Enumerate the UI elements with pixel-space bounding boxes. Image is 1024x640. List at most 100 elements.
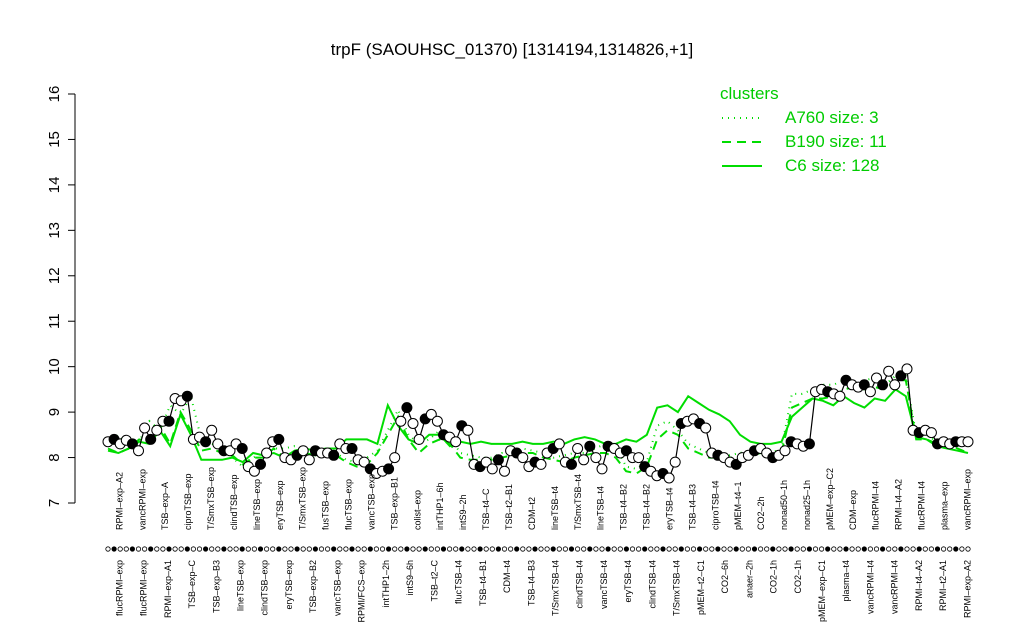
condition-marker: [392, 546, 398, 552]
condition-marker: [270, 546, 276, 552]
condition-marker: [825, 546, 831, 552]
condition-marker: [184, 546, 190, 552]
condition-marker: [910, 546, 916, 552]
data-point: [163, 415, 175, 427]
condition-marker: [696, 546, 703, 552]
legend-label: B190 size: 11: [785, 132, 887, 151]
condition-marker: [806, 546, 813, 552]
condition-marker: [312, 546, 318, 552]
condition-marker: [879, 546, 886, 552]
condition-marker: [648, 546, 654, 552]
condition-label-bottom: pMEM–exp–C1: [817, 560, 827, 622]
condition-label-bottom: T/SmxTSB–t4: [672, 560, 682, 616]
condition-marker: [489, 546, 495, 552]
data-point: [462, 424, 474, 436]
condition-label-top: lineTSB–t4: [596, 486, 606, 530]
data-point: [236, 443, 248, 454]
condition-label-top: TSB–exp–B1: [389, 477, 399, 530]
condition-marker: [385, 546, 392, 552]
condition-marker: [550, 546, 556, 552]
data-point: [151, 424, 163, 436]
condition-label-bottom: RPMI/FCS–exp: [357, 560, 367, 623]
bottom-condition-labels: flucRPMI–exp flucRPMI–exp RPMI–exp–A1 TSB–e…: [114, 560, 972, 623]
condition-marker: [947, 546, 953, 552]
condition-marker: [142, 546, 148, 552]
condition-label-bottom: CO2–1h: [769, 560, 779, 594]
data-point: [535, 458, 547, 470]
condition-label-top: ciproTSB–t4: [710, 480, 720, 530]
condition-marker: [886, 546, 892, 552]
condition-label-top: CDM–t2: [527, 497, 537, 530]
condition-label-top: lineTSB–t4: [550, 486, 560, 530]
condition-marker: [788, 546, 794, 552]
condition-marker: [629, 546, 636, 552]
condition-marker: [453, 546, 459, 552]
condition-label-bottom: pMEM–t2–C1: [696, 560, 706, 615]
condition-marker: [471, 546, 477, 552]
condition-label-bottom: vancRPMI–t4: [865, 560, 875, 614]
data-point: [181, 390, 193, 402]
condition-label-bottom: eryTSB–t4: [623, 560, 633, 603]
condition-marker: [849, 546, 855, 552]
condition-label-top: intTHP1–6h: [435, 482, 445, 530]
condition-marker: [898, 546, 904, 552]
condition-label-bottom: CO2–1h: [793, 560, 803, 594]
condition-marker: [757, 546, 764, 552]
condition-label-bottom: CDM–t4: [502, 560, 512, 593]
condition-label-bottom: vancRPMI–t4: [890, 560, 900, 614]
data-point: [590, 452, 602, 464]
condition-label-top: CO2–2h: [756, 496, 766, 530]
condition-marker: [514, 546, 520, 552]
condition-marker: [745, 546, 752, 552]
condition-marker: [233, 546, 239, 552]
expression-chart: trpF (SAOUHSC_01370) [1314194,1314826,+1…: [46, 40, 974, 623]
condition-label-top: RPMI–t4–A2: [894, 479, 904, 530]
condition-marker: [642, 546, 648, 552]
condition-marker: [160, 546, 166, 552]
condition-marker: [331, 546, 337, 552]
condition-marker: [770, 546, 776, 552]
condition-marker: [843, 546, 849, 552]
condition-marker: [398, 546, 404, 552]
condition-marker: [764, 546, 770, 552]
condition-label-top: T/SmxTSB–t4: [573, 474, 583, 530]
condition-marker: [831, 546, 837, 552]
condition-label-bottom: intTHP1–2h: [381, 560, 391, 608]
data-point: [492, 454, 504, 466]
condition-label-top: vancRPMI–exp: [962, 469, 972, 530]
condition-label-bottom: clindTSB–t4: [647, 560, 657, 609]
condition-marker: [800, 546, 806, 552]
condition-label-top: clindTSB–exp: [229, 474, 239, 530]
condition-marker: [904, 546, 910, 552]
condition-marker: [300, 546, 306, 552]
condition-label-top: nonad50–1h: [779, 480, 789, 530]
condition-marker: [105, 546, 111, 552]
data-point: [553, 438, 565, 450]
condition-marker: [215, 546, 221, 552]
legend: clusters A760 size: 3 B190 size: 11 C6 siz…: [720, 84, 887, 175]
y-tick-label: 16: [46, 86, 63, 103]
condition-marker: [861, 546, 867, 552]
condition-marker: [574, 546, 581, 552]
data-point: [431, 415, 443, 427]
condition-marker: [263, 546, 270, 552]
condition-marker: [940, 546, 947, 552]
condition-marker: [635, 546, 642, 552]
y-axis: 7 8 9 10 11 12 13 14 15 16: [46, 86, 76, 507]
data-point: [803, 438, 815, 450]
condition-marker: [794, 546, 800, 552]
condition-marker: [562, 546, 569, 552]
cluster-line-dotted: [107, 374, 968, 470]
data-point: [834, 390, 846, 402]
condition-marker: [959, 546, 965, 552]
condition-label-bottom: T/SmxTSB–t4: [550, 560, 560, 616]
condition-label-top: colist–exp: [412, 490, 422, 530]
condition-marker: [666, 546, 672, 552]
condition-marker: [684, 546, 691, 552]
y-tick-label: 12: [46, 267, 63, 284]
condition-label-top: pMEM–exp–C2: [825, 468, 835, 530]
condition-marker: [654, 546, 660, 552]
condition-marker: [532, 546, 538, 552]
data-point: [572, 443, 584, 454]
condition-marker: [245, 546, 251, 552]
